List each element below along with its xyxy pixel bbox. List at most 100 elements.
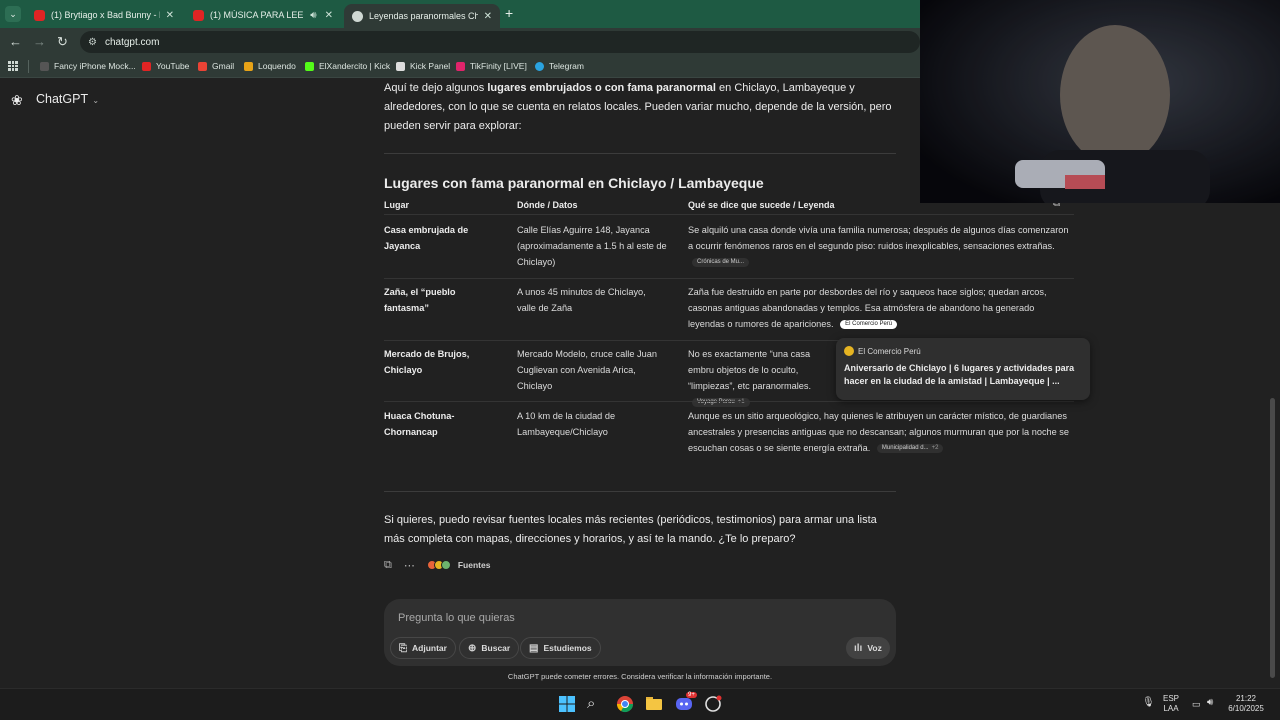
discord-icon[interactable]: 9+: [675, 692, 697, 715]
bookmark-gmail[interactable]: Gmail: [198, 61, 234, 71]
bookmark-youtube[interactable]: YouTube: [142, 61, 189, 71]
table-cell-legend: Se alquiló una casa donde vivía una fami…: [688, 225, 1069, 268]
volume-icon[interactable]: 🔊︎: [1207, 698, 1213, 708]
chevron-down-icon: ⌄: [90, 96, 100, 105]
windows-start-icon[interactable]: [558, 695, 578, 715]
search-icon[interactable]: ⌕: [587, 695, 607, 715]
table-cell-place: Mercado de Brujos, Chiclayo: [384, 349, 470, 375]
chatgpt-app-icon[interactable]: [704, 695, 724, 715]
divider: [384, 278, 1074, 279]
reload-icon[interactable]: ↻: [57, 34, 68, 50]
tab-youtube-1[interactable]: (1) Brytiago x Bad Bunny - NETFLI ✕: [26, 4, 182, 26]
intro-paragraph: Aquí te dejo algunos lugares embrujados …: [384, 82, 892, 132]
popover-title[interactable]: Aniversario de Chiclayo | 6 lugares y ac…: [844, 362, 1082, 388]
youtube-icon: [193, 9, 204, 21]
table-cell-place: Huaca Chotuna-Chornancap: [384, 411, 455, 437]
section-title: Lugares con fama paranormal en Chiclayo …: [384, 175, 764, 191]
page-icon: [40, 61, 49, 71]
webcam-overlay: [920, 0, 1280, 203]
sources-button[interactable]: Fuentes: [458, 560, 491, 570]
prompt-input[interactable]: Pregunta lo que quieras: [398, 612, 515, 624]
waveform-icon: ılı: [854, 642, 863, 654]
site-settings-icon[interactable]: ⚙: [88, 37, 97, 48]
more-options-icon[interactable]: ⋯: [404, 559, 415, 572]
voice-button[interactable]: ılı Voz: [846, 637, 890, 659]
chatgpt-logo-icon: ❀: [11, 92, 23, 108]
divider: [384, 491, 896, 492]
chrome-icon[interactable]: [616, 695, 636, 715]
bookmark-tikfinity[interactable]: TikFinity [LIVE]: [456, 61, 527, 71]
book-icon: ▤: [529, 642, 539, 654]
tab-search-button[interactable]: ⌄: [5, 6, 21, 22]
model-selector[interactable]: ChatGPT ⌄: [36, 92, 99, 106]
microphone-icon[interactable]: 🎙︎: [1142, 698, 1155, 708]
youtube-icon: [34, 9, 45, 21]
new-tab-button[interactable]: +: [505, 5, 513, 21]
tab-chatgpt[interactable]: Leyendas paranormales Chiclayo ✕: [344, 4, 500, 28]
table-cell-where: Calle Elías Aguirre 148, Jayanca (aproxi…: [517, 225, 667, 267]
chatgpt-icon: [352, 10, 363, 22]
globe-icon: ⊕: [468, 642, 477, 654]
forward-icon[interactable]: →: [33, 34, 46, 49]
search-button[interactable]: ⊕ Buscar: [459, 637, 520, 659]
paperclip-icon: ⎘: [399, 642, 407, 654]
diamond-icon: [396, 61, 405, 71]
copy-icon[interactable]: ⧉: [384, 559, 392, 572]
table-header-where: Dónde / Datos: [517, 200, 578, 210]
bookmark-loquendo[interactable]: Loquendo: [244, 61, 296, 71]
apps-grid-icon[interactable]: [8, 61, 18, 71]
display-icon[interactable]: ▭: [1192, 699, 1201, 709]
disclaimer: ChatGPT puede cometer errores. Considera…: [507, 672, 773, 681]
close-tab-icon[interactable]: ✕: [325, 10, 333, 21]
source-chip[interactable]: Voyage Perou +1: [692, 398, 750, 408]
windows-taskbar: ⌕ 9+ 🎙︎ ESP LAA ▭ 🔊︎ 21:22 6/10/2025: [0, 688, 1280, 720]
scrollbar[interactable]: [1270, 398, 1275, 678]
close-tab-icon[interactable]: ✕: [484, 11, 492, 22]
divider: [28, 60, 29, 73]
bookmark-fancy-iphone[interactable]: Fancy iPhone Mock...: [40, 61, 136, 71]
clock[interactable]: 21:22 6/10/2025: [1226, 694, 1266, 714]
table-header-place: Lugar: [384, 200, 410, 210]
table-cell-place: Zaña, el “pueblo fantasma”: [384, 287, 456, 313]
closing-paragraph: Si quieres, puedo revisar fuentes locale…: [384, 514, 877, 545]
webcam-feed-image: [920, 0, 1280, 203]
tab-youtube-2[interactable]: (1) MÚSICA PARA LEER TERRO 🔊︎ ✕: [185, 4, 341, 26]
source-chip[interactable]: El Comercio Perú: [840, 320, 898, 330]
table-cell-legend: Aunque es un sitio arqueológico, hay qui…: [688, 411, 1070, 454]
source-preview-popover[interactable]: El Comercio Perú Aniversario de Chiclayo…: [836, 338, 1090, 400]
bookmark-telegram[interactable]: Telegram: [535, 61, 584, 71]
table-header-legend: Qué se dice que sucede / Leyenda: [688, 200, 835, 210]
message-actions: ⧉ ⋯ Fuentes: [384, 558, 490, 572]
divider: [384, 214, 1074, 215]
youtube-icon: [142, 61, 151, 71]
popover-source: El Comercio Perú: [844, 346, 1082, 356]
sources-favicons[interactable]: [426, 560, 451, 570]
study-button[interactable]: ▤ Estudiemos: [520, 637, 601, 659]
table-cell-where: A unos 45 minutos de Chiclayo, valle de …: [517, 287, 646, 313]
notification-badge: 9+: [686, 692, 697, 698]
telegram-icon: [535, 61, 544, 71]
source-favicon-icon: [844, 346, 854, 356]
attach-button[interactable]: ⎘ Adjuntar: [390, 637, 456, 659]
close-tab-icon[interactable]: ✕: [166, 10, 174, 21]
source-chip[interactable]: Crónicas de Mu...: [692, 258, 750, 268]
language-indicator[interactable]: ESP LAA: [1163, 694, 1179, 714]
bookmark-kick-panel[interactable]: Kick Panel: [396, 61, 450, 71]
table-cell-where: Mercado Modelo, cruce calle Juan Cugliev…: [517, 349, 657, 391]
url-text: chatgpt.com: [104, 36, 160, 48]
back-icon[interactable]: ←: [9, 34, 22, 49]
table-cell-legend: Zaña fue destruido en parte por desborde…: [688, 287, 1047, 330]
kick-icon: [305, 61, 314, 71]
loquendo-icon: [244, 61, 253, 71]
table-cell-place: Casa embrujada de Jayanca: [384, 225, 469, 251]
gmail-icon: [198, 61, 207, 71]
source-chip[interactable]: Municipalidad d... +2: [876, 444, 944, 454]
tikfinity-icon: [456, 61, 465, 71]
divider: [384, 153, 896, 154]
address-bar[interactable]: ⚙ chatgpt.com: [80, 31, 920, 53]
speaker-icon[interactable]: 🔊︎: [310, 10, 316, 21]
source-favicon-icon: [440, 560, 451, 570]
file-explorer-icon[interactable]: [645, 695, 665, 715]
composer: Pregunta lo que quieras ⎘ Adjuntar ⊕ Busca…: [384, 599, 896, 666]
bookmark-kick[interactable]: ElXandercito | Kick: [305, 61, 390, 71]
